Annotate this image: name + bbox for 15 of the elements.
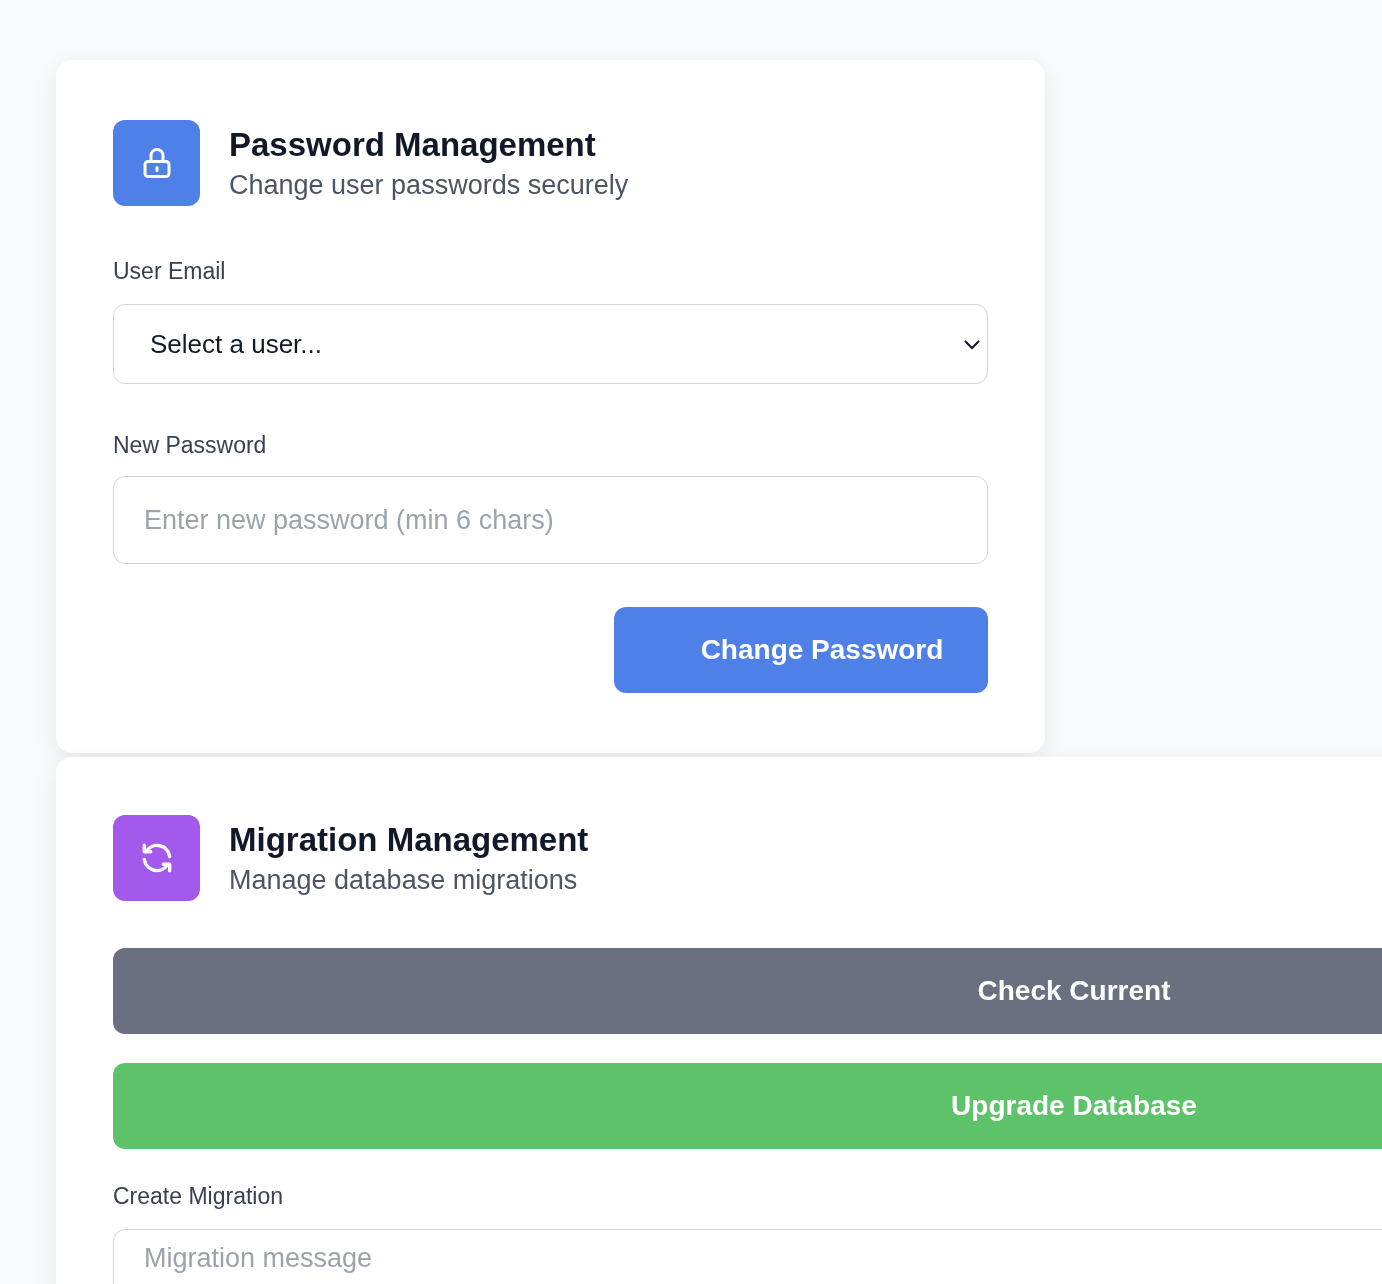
- migration-message-field[interactable]: Migration message: [113, 1229, 1382, 1284]
- card-title: Password Management: [229, 125, 597, 165]
- user-select[interactable]: Select a user...: [113, 304, 988, 384]
- check-button[interactable]: Check Current: [113, 948, 1382, 1034]
- refresh-icon: [113, 815, 200, 901]
- card-subtitle: Change user passwords securely: [229, 169, 629, 202]
- password-field[interactable]: Enter new password (min 6 chars): [113, 476, 988, 564]
- card-subtitle: Manage database migrations: [229, 864, 579, 897]
- card-title: Migration Management: [229, 820, 589, 860]
- chevron-down-icon: [963, 338, 981, 350]
- field-label: User Email: [113, 257, 227, 286]
- field-label: Create Migration: [113, 1182, 285, 1211]
- field-label: New Password: [113, 431, 268, 460]
- lock-icon: [113, 120, 200, 206]
- change-password-button[interactable]: Change Password: [614, 607, 988, 693]
